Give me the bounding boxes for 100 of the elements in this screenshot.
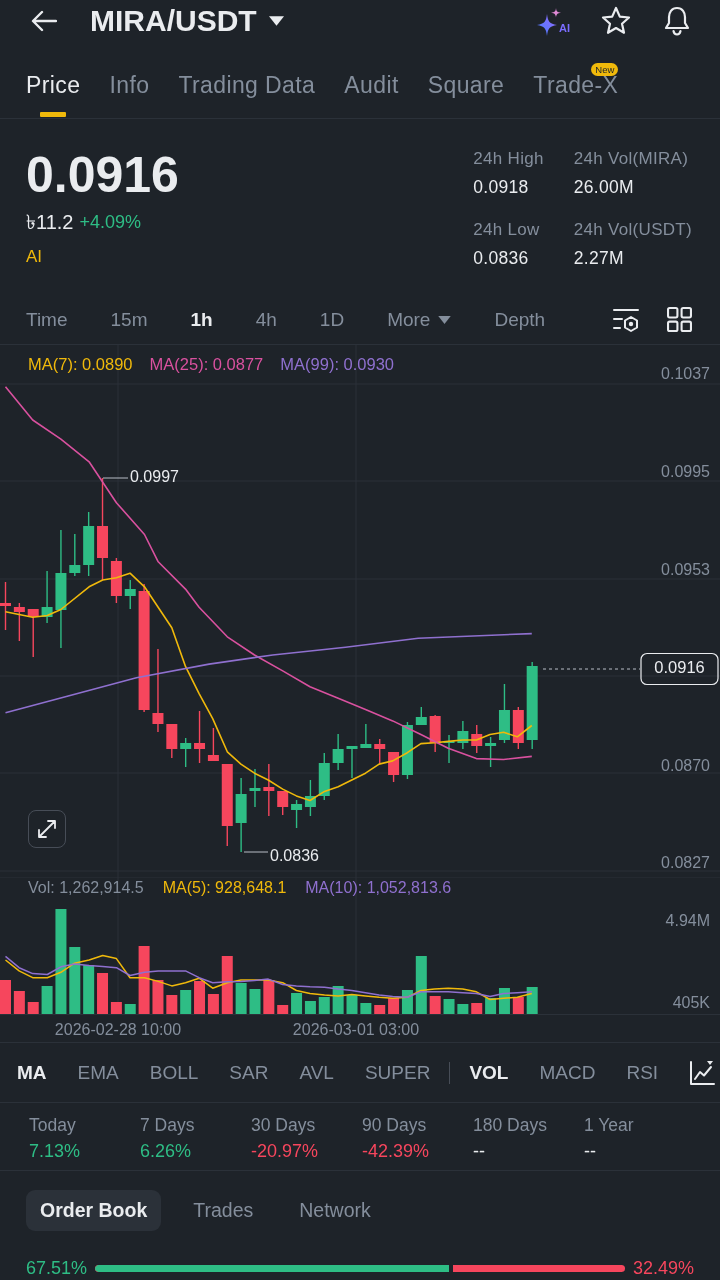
candle <box>374 738 386 765</box>
indicator-tab[interactable]: EMA <box>77 1061 119 1084</box>
volume-bar <box>457 1004 469 1014</box>
volume-bar <box>110 1002 122 1014</box>
period-change: -20.97% <box>251 1140 320 1162</box>
stat-label: 24h Low <box>473 219 541 241</box>
indicator-tab[interactable]: MA <box>17 1061 47 1084</box>
period-label: 90 Days <box>362 1114 428 1136</box>
price-axis-label: 0.0870 <box>661 757 710 775</box>
volume-bar <box>97 973 108 1014</box>
period-label: 180 Days <box>473 1114 548 1136</box>
stat-label: 24h High <box>473 148 544 170</box>
star-icon[interactable] <box>601 6 631 36</box>
chart-period-tab[interactable]: 15m <box>110 308 148 331</box>
volume-bar <box>415 956 427 1014</box>
candle <box>346 745 358 779</box>
chart-period-tab[interactable]: More <box>387 308 452 331</box>
chart-period-tab[interactable]: 4h <box>255 308 277 331</box>
high-price-label: 0.0997 <box>130 468 179 486</box>
volume-bar <box>83 965 95 1014</box>
candle <box>124 579 136 610</box>
volume-bar <box>152 980 164 1014</box>
chart-period-tab[interactable]: Depth <box>494 308 546 331</box>
moving-average-legend: MA(99): 0.0930 <box>280 353 395 375</box>
indicator-tab[interactable]: RSI <box>626 1061 659 1084</box>
chart-settings-icon[interactable] <box>613 306 640 333</box>
tab[interactable]: Audit <box>344 63 399 118</box>
tab[interactable]: Trading Data <box>178 63 316 118</box>
fullscreen-button[interactable] <box>28 810 66 848</box>
caret-down-icon <box>268 16 284 26</box>
candle <box>512 706 524 750</box>
tab[interactable]: Trade-X New <box>533 63 619 118</box>
candle <box>263 763 275 817</box>
indicator-tab[interactable]: MACD <box>539 1061 596 1084</box>
tab[interactable]: Price <box>26 63 81 118</box>
indicator-tab[interactable]: SAR <box>229 1061 269 1084</box>
volume-bar <box>124 1004 136 1014</box>
line-chart-icon[interactable] <box>689 1059 716 1086</box>
new-badge: New <box>591 63 619 76</box>
volume-axis-label: 4.94M <box>665 912 710 930</box>
stat-value: 0.0918 <box>473 176 530 199</box>
candle <box>304 779 316 817</box>
candle <box>83 511 95 577</box>
volume-legend: MA(5): 928,648.1 <box>162 877 287 899</box>
moving-average-legend: MA(7): 0.0890 <box>28 353 133 375</box>
candle <box>415 706 427 726</box>
price-change: +4.09% <box>79 211 141 234</box>
volume-bar <box>512 997 524 1014</box>
candle <box>277 790 289 816</box>
volume-bar <box>443 999 455 1014</box>
candle <box>291 799 303 829</box>
volume-bar <box>471 1003 483 1014</box>
candle <box>249 768 261 808</box>
sell-percentage: 32.49% <box>632 1257 694 1280</box>
candle <box>443 734 455 764</box>
volume-bar <box>13 991 25 1014</box>
period-change: -42.39% <box>362 1140 431 1162</box>
price-axis-label: 0.0827 <box>661 854 710 872</box>
ai-link[interactable]: AI <box>26 245 43 269</box>
volume-bar <box>277 1005 289 1014</box>
indicator-tab[interactable]: AVL <box>299 1061 334 1084</box>
candle <box>13 602 25 642</box>
tab[interactable]: Square <box>427 63 505 118</box>
period-change: 7.13% <box>29 1140 82 1162</box>
volume-bar <box>332 986 344 1014</box>
ai-assistant-button[interactable]: AI <box>537 6 570 36</box>
market-tab[interactable]: Order Book <box>26 1190 162 1231</box>
back-arrow-icon[interactable] <box>31 10 57 32</box>
chart-period-tab[interactable]: Time <box>26 308 68 331</box>
tab[interactable]: Info <box>109 63 150 118</box>
indicator-tab[interactable]: BOLL <box>149 1061 199 1084</box>
volume-bar <box>221 956 233 1014</box>
indicator-tab[interactable]: SUPER <box>364 1061 431 1084</box>
chart-period-tab[interactable]: 1D <box>319 308 345 331</box>
leader-line <box>243 851 269 853</box>
period-label: 30 Days <box>251 1114 317 1136</box>
candle <box>360 723 372 749</box>
volume-axis-label: 405K <box>672 994 710 1012</box>
market-tab[interactable]: Network <box>285 1190 385 1231</box>
volume-legend: MA(10): 1,052,813.6 <box>305 877 452 899</box>
candle <box>471 724 483 754</box>
pair-selector[interactable]: MIRA/USDT <box>90 4 284 38</box>
period-change: -- <box>584 1140 597 1162</box>
volume-bar <box>526 987 538 1014</box>
stat-value: 26.00M <box>573 176 635 199</box>
bell-icon[interactable] <box>662 5 692 37</box>
candle <box>0 581 11 631</box>
stat-value: 2.27M <box>573 247 625 270</box>
grid-layout-icon[interactable] <box>667 307 692 332</box>
stat-label: 24h Vol(MIRA) <box>573 148 690 170</box>
market-tab[interactable]: Trades <box>179 1190 268 1231</box>
candle <box>27 608 39 658</box>
stat-label: 24h Vol(USDT) <box>573 219 692 241</box>
indicator-tab[interactable]: VOL <box>469 1061 509 1084</box>
volume-bar <box>346 995 358 1014</box>
period-change: 6.26% <box>140 1140 193 1162</box>
last-price-tag: 0.0916 <box>640 652 719 686</box>
chart-period-tab[interactable]: 1h <box>190 308 213 331</box>
leader-line <box>102 477 129 479</box>
time-axis-label: 2026-02-28 10:00 <box>54 1021 182 1039</box>
